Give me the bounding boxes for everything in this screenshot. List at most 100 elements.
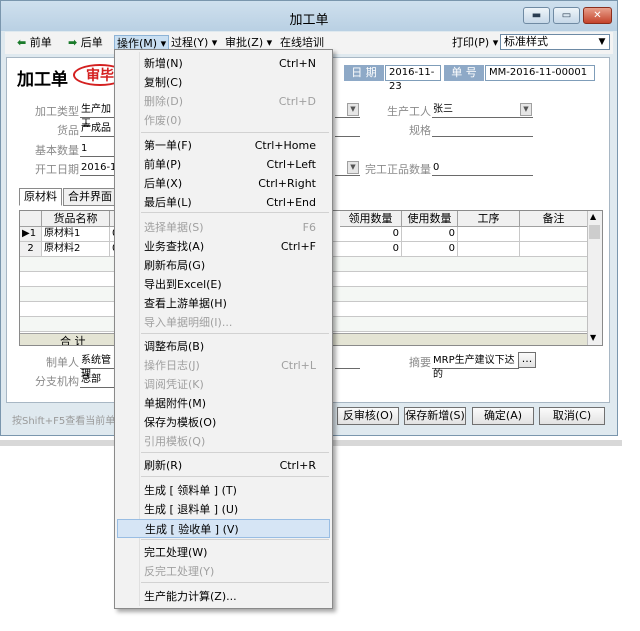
product-field[interactable]: 产成品 — [80, 122, 117, 137]
number-field[interactable]: MM-2016-11-00001 — [485, 65, 595, 81]
menu-item: 调阅凭证(K) — [117, 375, 330, 394]
unapprove-button[interactable]: 反审核(O) — [337, 407, 399, 425]
menu-item[interactable]: 查看上游单据(H) — [117, 294, 330, 313]
prev-label: 前单 — [29, 36, 52, 49]
style-select[interactable]: 标准样式 ▼ — [500, 34, 610, 50]
cell-use-qty[interactable]: 0 — [402, 227, 458, 241]
menu-item-label: 作废(0) — [144, 114, 182, 127]
cell-get-qty[interactable]: 0 — [340, 227, 402, 241]
next-button[interactable]: ➡ 后单 — [68, 35, 103, 51]
minimize-button[interactable]: ▬ — [523, 7, 550, 24]
menu-item[interactable]: 前单(P) Ctrl+Left — [117, 155, 330, 174]
menu-item[interactable]: 生成 [ 验收单 ] (V) — [117, 519, 330, 538]
menu-item[interactable]: 刷新布局(G) — [117, 256, 330, 275]
chevron-down-icon[interactable]: ▼ — [520, 103, 532, 116]
next-label: 后单 — [80, 36, 103, 49]
menu-item[interactable]: 最后单(L) Ctrl+End — [117, 193, 330, 212]
menu-item-label: 生产能力计算(Z)... — [144, 590, 237, 603]
menu-item[interactable]: 复制(C) — [117, 73, 330, 92]
menu-item-shortcut: Ctrl+L — [281, 359, 316, 372]
cell-remark[interactable] — [520, 227, 588, 241]
menu-item-shortcut: Ctrl+D — [278, 95, 316, 108]
date-label: 日 期 — [344, 65, 384, 81]
col-header-use-qty[interactable]: 使用数量 — [402, 211, 458, 227]
row-index: ▶1 — [20, 227, 42, 241]
menu-item: 操作日志(J) Ctrl+L — [117, 356, 330, 375]
cell-remark[interactable] — [520, 242, 588, 256]
cell-get-qty[interactable]: 0 — [340, 242, 402, 256]
menu-item-label: 刷新(R) — [144, 459, 183, 472]
menu-item[interactable]: 保存为模板(O) — [117, 413, 330, 432]
finished-qty-field[interactable]: 0 — [432, 161, 533, 176]
menu-item-label: 导出到Excel(E) — [144, 278, 222, 291]
menu-separator — [141, 452, 329, 453]
menu-item-label: 复制(C) — [144, 76, 183, 89]
menu-separator — [141, 132, 329, 133]
chevron-up-icon[interactable]: ▲ — [590, 212, 596, 221]
menu-item[interactable]: 生成 [ 退料单 ] (U) — [117, 500, 330, 519]
menu-item-label: 业务查找(A) — [144, 240, 205, 253]
col-header-get-qty[interactable]: 领用数量 — [340, 211, 402, 227]
menu-item[interactable]: 第一单(F) Ctrl+Home — [117, 136, 330, 155]
cell-name[interactable]: 原材料2 — [42, 242, 110, 256]
cell-process[interactable] — [458, 242, 520, 256]
menu-item[interactable]: 完工处理(W) — [117, 543, 330, 562]
menu-item[interactable]: 生成 [ 领料单 ] (T) — [117, 481, 330, 500]
menu-item[interactable]: 生产能力计算(Z)... — [117, 587, 330, 606]
menu-item[interactable]: 后单(X) Ctrl+Right — [117, 174, 330, 193]
maker-label: 制单人 — [46, 356, 79, 369]
menu-item[interactable]: 调整布局(B) — [117, 337, 330, 356]
maker-field[interactable]: 系统管理 — [80, 354, 117, 380]
chevron-down-icon[interactable]: ▼ — [347, 161, 359, 174]
chevron-down-icon[interactable]: ▼ — [590, 333, 596, 342]
menu-item-label: 删除(D) — [144, 95, 184, 108]
start-date-field[interactable]: 2016-1 — [80, 161, 117, 176]
cell-process[interactable] — [458, 227, 520, 241]
total-label: 合 计 — [60, 335, 86, 346]
product-label: 货品 — [57, 124, 79, 137]
col-header-name[interactable]: 货品名称 — [42, 211, 110, 227]
summary-more-button[interactable]: ... — [518, 352, 536, 368]
title-bar[interactable]: 加工单 ▬ ▭ ✕ — [1, 1, 617, 31]
chevron-down-icon[interactable]: ▼ — [347, 103, 359, 116]
col-header-remark[interactable]: 备注 — [520, 211, 588, 227]
summary-field[interactable]: MRP生产建议下达的 — [432, 354, 519, 380]
save-new-button[interactable]: 保存新增(S) — [404, 407, 466, 425]
menu-item-label: 最后单(L) — [144, 196, 192, 209]
menu-item: 作废(0) — [117, 111, 330, 130]
restore-button[interactable]: ▭ — [553, 7, 580, 24]
number-label: 单 号 — [444, 65, 484, 81]
worker-label: 生产工人 — [387, 105, 431, 118]
menu-item-label: 刷新布局(G) — [144, 259, 206, 272]
grid-corner — [20, 211, 42, 227]
cancel-button[interactable]: 取消(C) — [539, 407, 605, 425]
date-field[interactable]: 2016-11-23 — [385, 65, 441, 92]
menu-item[interactable]: 业务查找(A) Ctrl+F — [117, 237, 330, 256]
row-marker-icon: ▶ — [22, 228, 30, 239]
product-field-tail — [335, 122, 360, 137]
menu-item[interactable]: 单据附件(M) — [117, 394, 330, 413]
menu-item[interactable]: 新增(N) Ctrl+N — [117, 54, 330, 73]
menu-item-label: 导入单据明细(I)... — [144, 316, 233, 329]
cell-name[interactable]: 原材料1 — [42, 227, 110, 241]
chevron-down-icon: ▼ — [598, 37, 606, 47]
spec-field[interactable] — [432, 122, 533, 137]
tab-merge[interactable]: 合并界面 — [63, 188, 117, 206]
menu-item[interactable]: 导出到Excel(E) — [117, 275, 330, 294]
tab-materials[interactable]: 原材料 — [19, 188, 62, 206]
print-menu[interactable]: 打印(P) ▾ — [452, 35, 498, 51]
menu-item-label: 生成 [ 验收单 ] (V) — [145, 523, 239, 536]
close-button[interactable]: ✕ — [583, 7, 612, 24]
col-header-process[interactable]: 工序 — [458, 211, 520, 227]
cell-use-qty[interactable]: 0 — [402, 242, 458, 256]
grid-scrollbar[interactable]: ▲ ▼ — [587, 211, 602, 345]
branch-label: 分支机构 — [35, 375, 79, 388]
scroll-thumb[interactable] — [589, 225, 600, 239]
prev-button[interactable]: ⬅ 前单 — [17, 35, 52, 51]
ok-button[interactable]: 确定(A) — [472, 407, 534, 425]
process-type-field[interactable]: 生产加工 — [80, 103, 117, 129]
worker-field[interactable]: 张三 — [432, 103, 533, 118]
base-qty-field[interactable]: 1 — [80, 142, 117, 157]
menu-item[interactable]: 刷新(R) Ctrl+R — [117, 456, 330, 475]
branch-field[interactable]: 总部 — [80, 373, 117, 388]
